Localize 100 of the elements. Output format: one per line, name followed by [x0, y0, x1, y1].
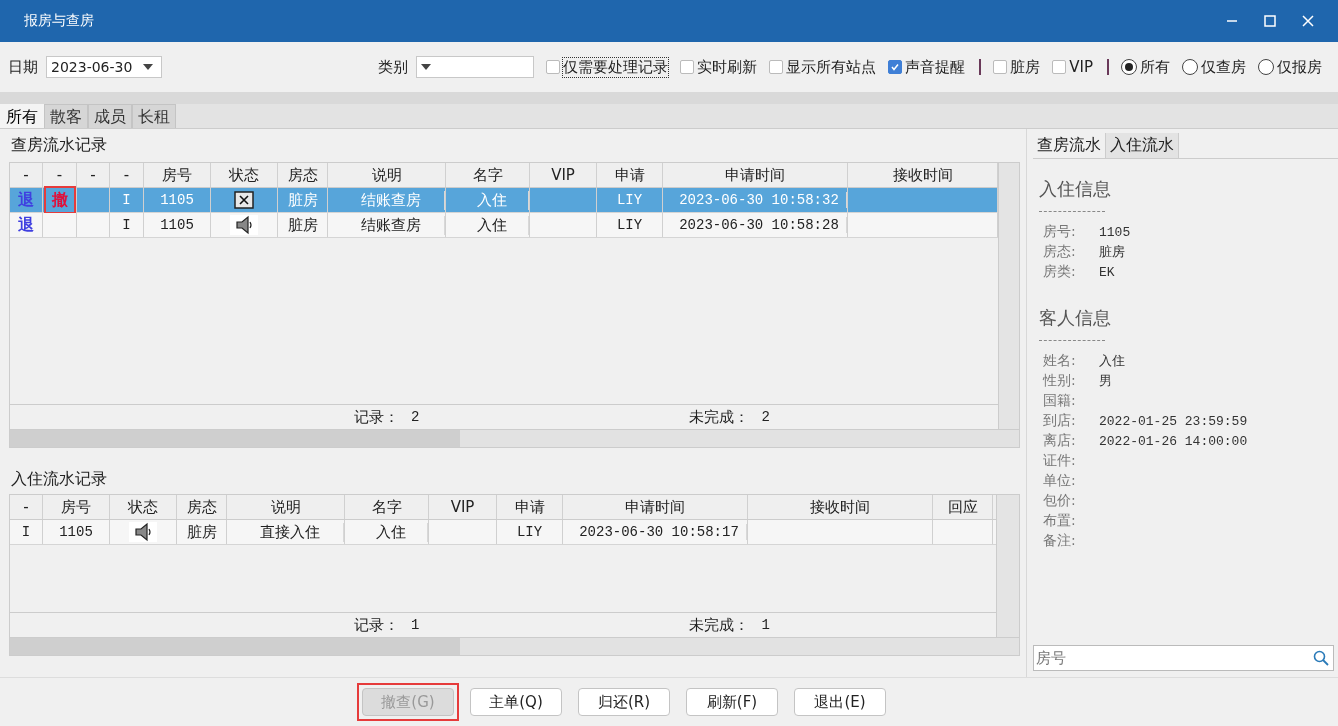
- column-header[interactable]: VIP: [429, 495, 497, 519]
- date-label: 日期: [8, 57, 38, 77]
- horizontal-scrollbar[interactable]: [9, 429, 1020, 448]
- table-row[interactable]: I 1105 脏房 直接入住 入住 LIY 2023-06-30 10:58:17: [10, 520, 996, 545]
- table-cell[interactable]: 退: [18, 214, 34, 236]
- action-button[interactable]: 主单(Q): [470, 688, 562, 716]
- table-cell: I: [21, 524, 31, 540]
- record-count-label: 记录：: [354, 615, 399, 635]
- action-button[interactable]: 退出(E): [794, 688, 886, 716]
- maximize-icon[interactable]: [1264, 15, 1276, 27]
- search-icon[interactable]: [1313, 650, 1329, 666]
- column-header[interactable]: 房态: [278, 163, 328, 187]
- radio-option[interactable]: 仅查房: [1182, 57, 1246, 77]
- info-heading: 入住信息: [1039, 177, 1112, 201]
- speaker-icon: [234, 215, 254, 235]
- column-header[interactable]: 申请时间: [663, 163, 848, 187]
- table-cell: 结账查房: [328, 190, 445, 210]
- column-header[interactable]: 说明: [328, 163, 446, 187]
- table-cell: 入住: [446, 190, 529, 210]
- window-title: 报房与查房: [24, 12, 94, 30]
- record-count: 1: [411, 617, 420, 633]
- field-label: 房态:: [1042, 243, 1077, 261]
- column-header[interactable]: 申请: [597, 163, 663, 187]
- field-label: 布置:: [1042, 512, 1077, 530]
- column-header[interactable]: -: [110, 163, 144, 187]
- action-button[interactable]: 归还(R): [578, 688, 670, 716]
- tab[interactable]: 长租: [132, 104, 176, 128]
- category-label: 类别: [378, 57, 409, 77]
- pending-count: 1: [761, 617, 770, 633]
- caret-icon[interactable]: [143, 64, 153, 70]
- checkbox-option[interactable]: 脏房: [993, 57, 1041, 77]
- table-cell: 入住: [345, 522, 428, 542]
- table-cell: LIY: [516, 524, 543, 540]
- checkmark-icon: [890, 62, 901, 72]
- tab[interactable]: 所有: [0, 104, 44, 128]
- column-header[interactable]: -: [43, 163, 77, 187]
- table-cell: 直接入住: [227, 522, 344, 542]
- checkbox-option[interactable]: VIP: [1052, 58, 1093, 76]
- column-header[interactable]: 房态: [177, 495, 227, 519]
- vertical-scrollbar[interactable]: [998, 163, 1019, 429]
- column-header[interactable]: 回应: [933, 495, 993, 519]
- action-button[interactable]: 刷新(F): [686, 688, 778, 716]
- field-label: 房类:: [1042, 263, 1077, 281]
- column-header[interactable]: VIP: [530, 163, 597, 187]
- field-value: 1105: [1099, 224, 1131, 240]
- field-value: 脏房: [1099, 244, 1125, 261]
- column-header[interactable]: 状态: [211, 163, 278, 187]
- info-heading: 客人信息: [1039, 306, 1112, 330]
- search-field[interactable]: 房号: [1033, 645, 1334, 671]
- field-value: EK: [1099, 264, 1115, 280]
- field-label: 性别:: [1041, 372, 1077, 390]
- column-header[interactable]: -: [10, 163, 43, 187]
- close-icon[interactable]: [1302, 15, 1314, 27]
- field-value: 男: [1099, 373, 1112, 390]
- section-title: 入住流水记录: [10, 467, 108, 490]
- caret-icon[interactable]: [421, 64, 432, 70]
- column-header[interactable]: 房号: [144, 163, 211, 187]
- radio-option[interactable]: 仅报房: [1258, 57, 1322, 77]
- radio-option[interactable]: 所有: [1121, 57, 1170, 77]
- checkbox-option[interactable]: 显示所有站点: [769, 57, 877, 77]
- section-title: 查房流水记录: [10, 134, 108, 156]
- table-cell: 1105: [160, 217, 194, 233]
- column-header[interactable]: 名字: [345, 495, 429, 519]
- record-count: 2: [411, 409, 420, 425]
- column-header[interactable]: 状态: [110, 495, 177, 519]
- tab[interactable]: 入住流水: [1106, 133, 1179, 158]
- column-header[interactable]: 房号: [43, 495, 110, 519]
- tab[interactable]: 成员: [88, 104, 132, 128]
- table-cell: 1105: [59, 524, 93, 540]
- field-label: 姓名:: [1042, 352, 1077, 370]
- pending-count: 2: [761, 409, 770, 425]
- table-cell: 1105: [160, 192, 194, 208]
- table-cell: 脏房: [287, 190, 318, 210]
- table-row[interactable]: 退 I 1105 脏房 结账查房 入住 LIY 2023-06-30 10:58:28: [10, 213, 998, 238]
- field-label: 包价:: [1042, 492, 1077, 510]
- table-cell: 脏房: [186, 522, 217, 542]
- column-header[interactable]: 接收时间: [748, 495, 933, 519]
- table-cell: 2023-06-30 10:58:28: [663, 217, 847, 233]
- field-label: 到店:: [1042, 412, 1077, 430]
- field-value: 2022-01-25 23:59:59: [1099, 413, 1248, 429]
- field-label: 单位:: [1042, 472, 1077, 490]
- field-label: 证件:: [1042, 452, 1077, 470]
- field-label: 备注:: [1042, 532, 1077, 550]
- cross-box-icon: [234, 191, 254, 209]
- vertical-scrollbar[interactable]: [996, 495, 1019, 637]
- checkbox-option[interactable]: 仅需要处理记录: [546, 57, 669, 77]
- field-label: 离店:: [1042, 432, 1077, 450]
- tab[interactable]: 散客: [44, 104, 88, 128]
- field-label: 房号:: [1042, 223, 1077, 241]
- checkbox-option[interactable]: 实时刷新: [680, 57, 758, 77]
- column-header[interactable]: 名字: [446, 163, 530, 187]
- column-header[interactable]: 说明: [227, 495, 345, 519]
- checkbox-option[interactable]: 声音提醒: [888, 57, 966, 77]
- table-cell: 结账查房: [328, 215, 445, 235]
- column-header[interactable]: -: [10, 495, 43, 519]
- date-dropdown[interactable]: 2023-06-30: [46, 56, 162, 78]
- column-header[interactable]: 申请时间: [563, 495, 748, 519]
- horizontal-scrollbar[interactable]: [9, 637, 1020, 656]
- column-header[interactable]: 申请: [497, 495, 563, 519]
- column-header[interactable]: -: [77, 163, 110, 187]
